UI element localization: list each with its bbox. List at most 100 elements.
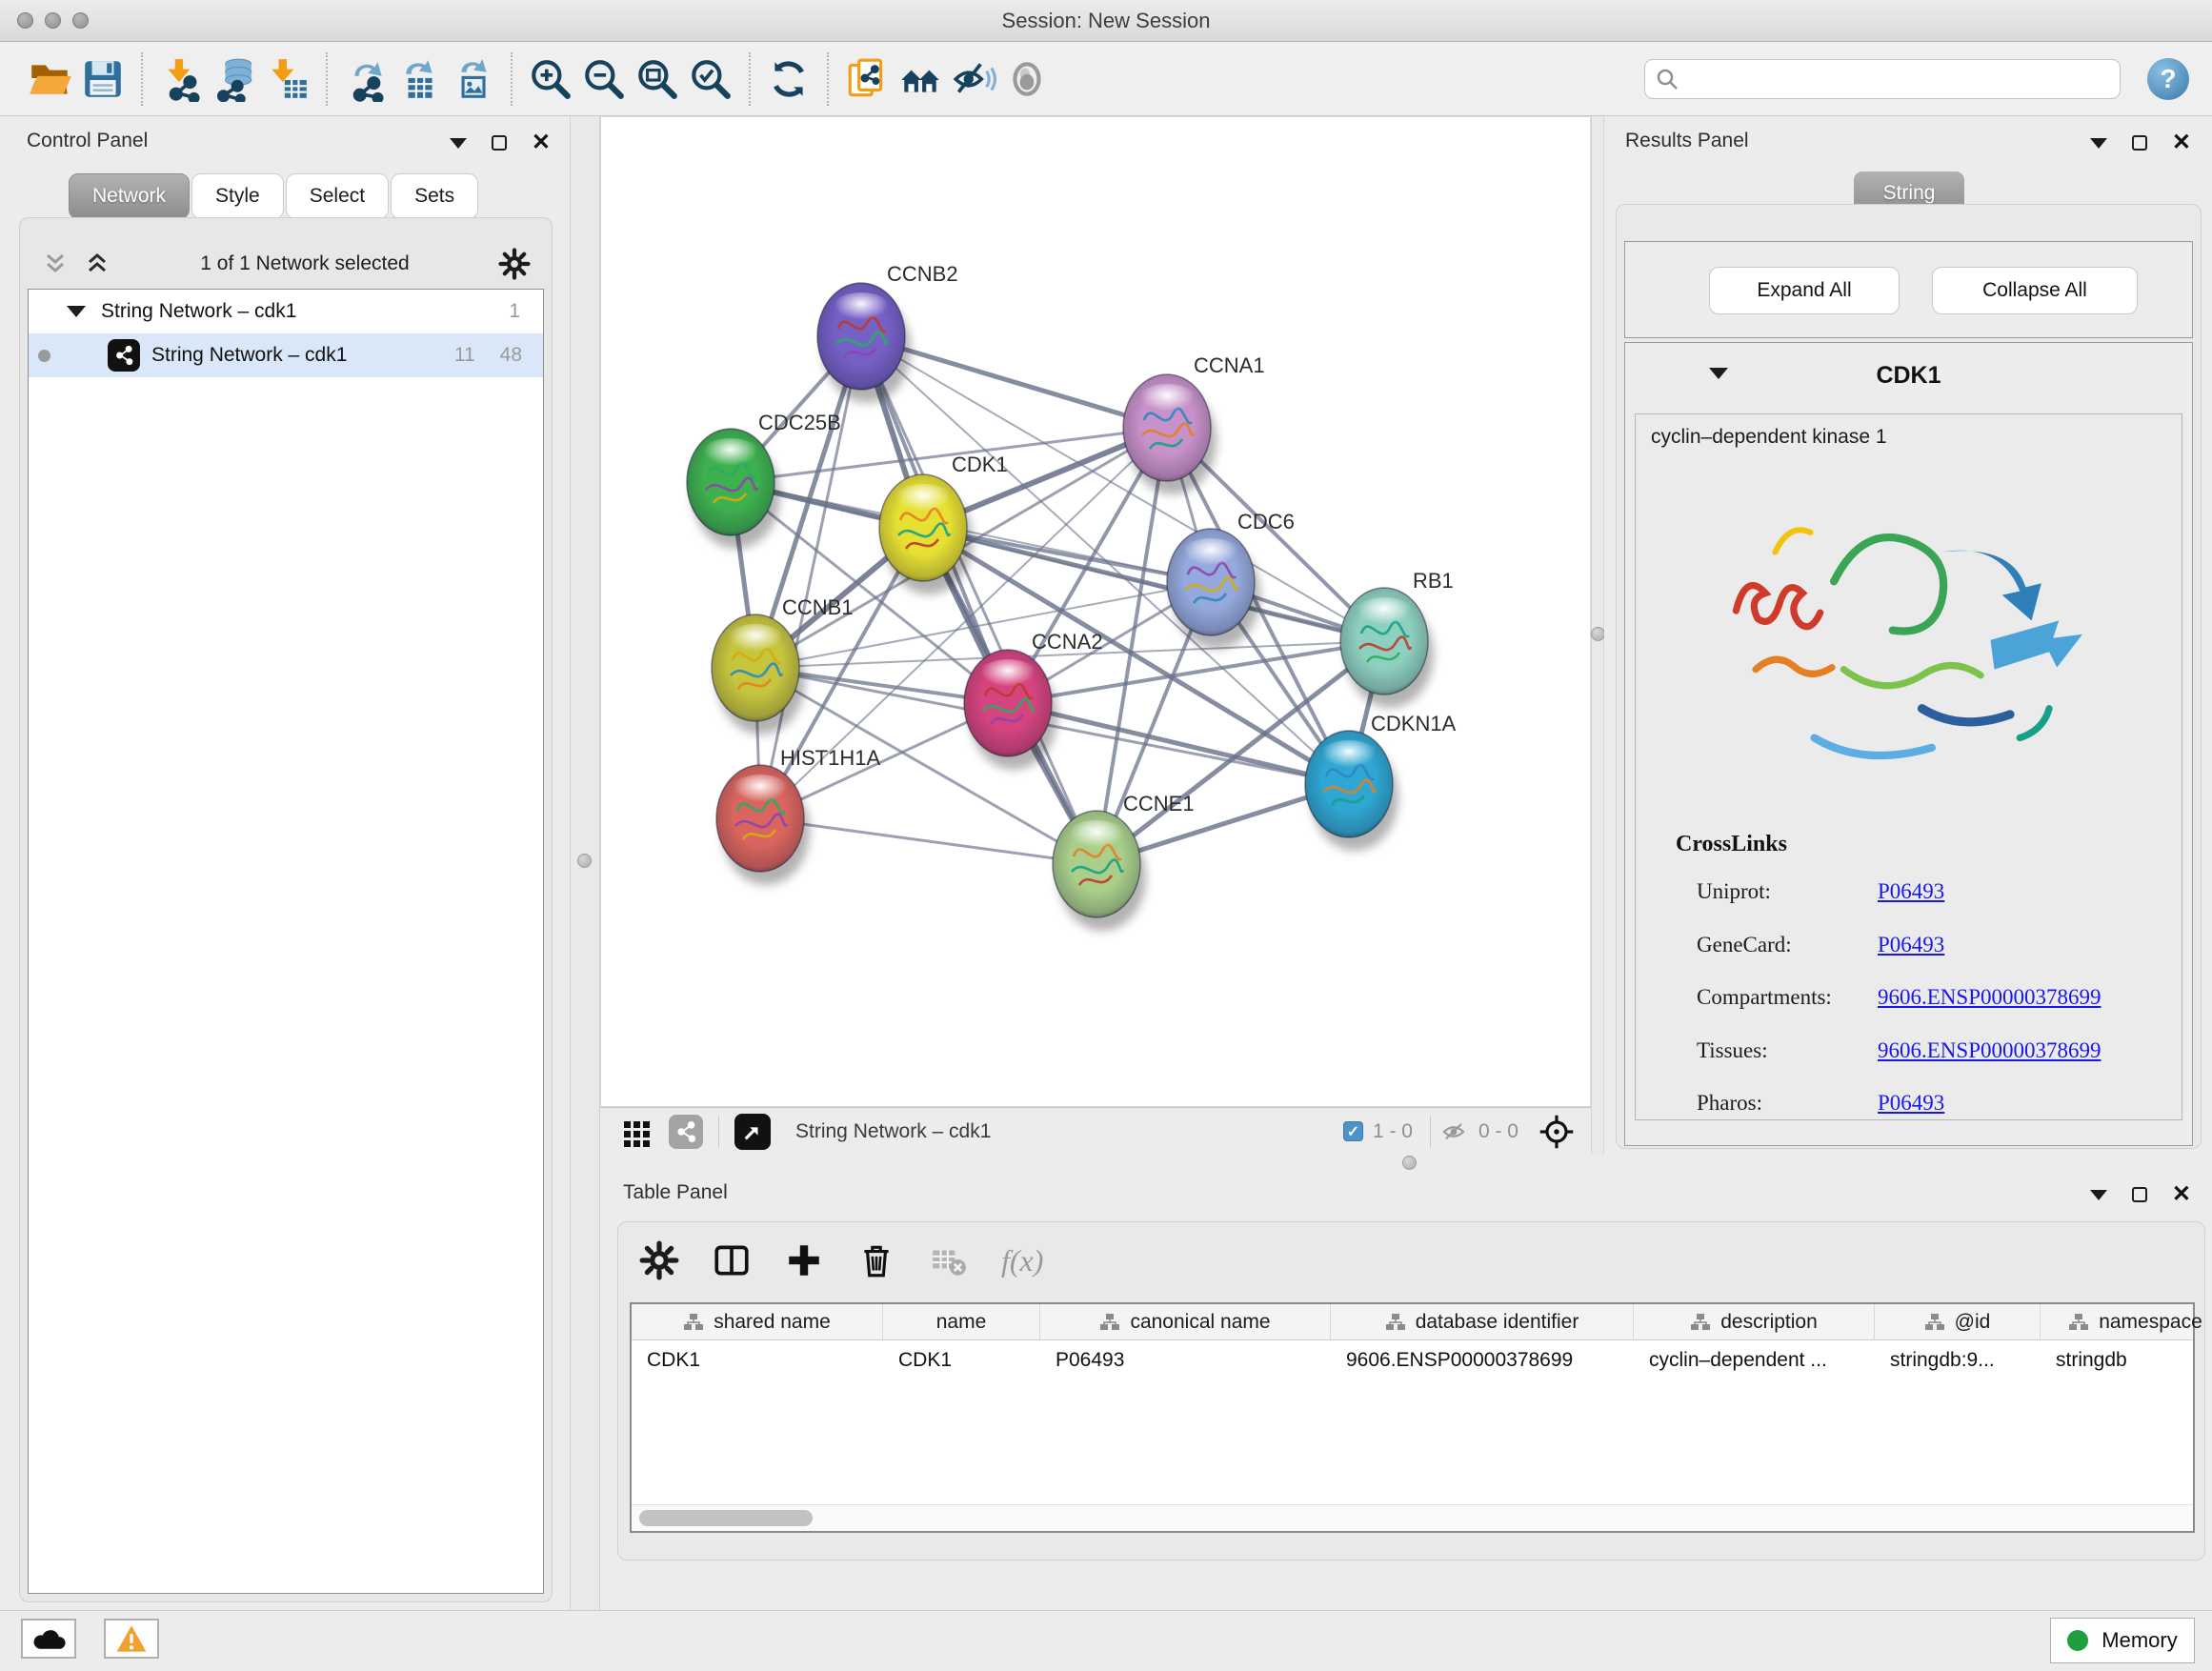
memory-button[interactable]: Memory: [2050, 1618, 2195, 1663]
close-panel-icon[interactable]: ✕: [2172, 1183, 2191, 1206]
network-node-rb1[interactable]: RB1: [1340, 569, 1454, 708]
zoom-out-icon[interactable]: [577, 52, 631, 106]
close-panel-icon[interactable]: ✕: [2172, 131, 2191, 154]
close-panel-icon[interactable]: ✕: [532, 131, 551, 154]
export-network-icon[interactable]: [339, 52, 392, 106]
network-collection-row[interactable]: String Network – cdk1 1: [29, 290, 543, 333]
zoom-selected-icon[interactable]: [684, 52, 737, 106]
save-session-icon[interactable]: [76, 52, 130, 106]
float-panel-icon[interactable]: [2132, 1187, 2147, 1202]
splitter-handle[interactable]: [1402, 1156, 1417, 1170]
protein-structure-image: [1693, 464, 2112, 826]
birds-eye-toggle-icon[interactable]: [734, 1114, 771, 1150]
table-cell[interactable]: CDK1: [883, 1340, 1040, 1380]
column-header-canonical-name[interactable]: canonical name: [1040, 1304, 1331, 1339]
collapse-all-button[interactable]: Collapse All: [1932, 267, 2138, 314]
column-header-namespace[interactable]: namespace: [2041, 1304, 2212, 1339]
network-selection-status: 1 of 1 Network selected: [111, 252, 498, 275]
homes-icon[interactable]: [894, 52, 947, 106]
add-column-icon[interactable]: [784, 1240, 824, 1280]
table-cell[interactable]: stringdb: [2041, 1340, 2212, 1380]
table-cell[interactable]: stringdb:9...: [1875, 1340, 2041, 1380]
search-input[interactable]: [1679, 68, 2110, 90]
panel-menu-icon[interactable]: [450, 138, 467, 149]
selected-checkbox[interactable]: ✓: [1343, 1121, 1363, 1141]
network-node-cdc6[interactable]: CDC6: [1167, 510, 1295, 649]
column-header-description[interactable]: description: [1634, 1304, 1875, 1339]
function-builder-icon[interactable]: f(x): [1001, 1243, 1043, 1278]
table-cell[interactable]: 9606.ENSP00000378699: [1331, 1340, 1634, 1380]
network-node-hist1h1a[interactable]: HIST1H1A: [716, 746, 880, 885]
node-details-header[interactable]: CDK1: [1625, 343, 2192, 412]
export-table-icon[interactable]: [392, 52, 446, 106]
crosslink-link[interactable]: 9606.ENSP00000378699: [1878, 985, 2101, 1010]
collection-expander-icon[interactable]: [67, 306, 86, 317]
float-panel-icon[interactable]: [492, 135, 507, 151]
network-node-ccna1[interactable]: CCNA1: [1123, 353, 1265, 494]
grid-view-icon[interactable]: [621, 1116, 654, 1148]
network-edge[interactable]: [760, 818, 1096, 864]
column-header--id[interactable]: @id: [1875, 1304, 2041, 1339]
network-canvas[interactable]: CCNB2CCNA1CDC25BCDK1CDC6RB1CCNB1CCNA2CDK…: [600, 116, 1591, 1107]
delete-column-icon[interactable]: [856, 1240, 896, 1280]
import-network-file-icon[interactable]: [154, 52, 208, 106]
network-node-ccnb2[interactable]: CCNB2: [817, 262, 958, 403]
show-columns-icon[interactable]: [712, 1240, 752, 1280]
column-header-shared-name[interactable]: shared name: [632, 1304, 883, 1339]
hidden-eye-icon[interactable]: [1438, 1117, 1469, 1147]
tab-style[interactable]: Style: [191, 173, 284, 219]
titlebar: Session: New Session: [0, 0, 2212, 42]
clone-network-icon[interactable]: [840, 52, 894, 106]
splitter-handle[interactable]: [577, 854, 592, 868]
warning-icon: [115, 1623, 148, 1654]
table-settings-gear-icon[interactable]: [639, 1240, 679, 1280]
crosslink-link[interactable]: P06493: [1878, 1091, 1944, 1116]
panel-menu-icon[interactable]: [2090, 138, 2107, 149]
network-node-cdk1[interactable]: CDK1: [879, 453, 1008, 594]
delete-table-icon[interactable]: [929, 1240, 969, 1280]
right-splitter[interactable]: [1591, 116, 1604, 1155]
table-cell[interactable]: cyclin–dependent ...: [1634, 1340, 1875, 1380]
crosslink-link[interactable]: P06493: [1878, 879, 1944, 904]
table-cell[interactable]: P06493: [1040, 1340, 1331, 1380]
network-edge[interactable]: [1008, 703, 1349, 784]
crosslink-link[interactable]: 9606.ENSP00000378699: [1878, 1038, 2101, 1063]
hide-eye-icon[interactable]: [947, 52, 1000, 106]
left-splitter[interactable]: [570, 116, 600, 1610]
cloud-button[interactable]: [21, 1619, 76, 1659]
import-network-database-icon[interactable]: [208, 52, 261, 106]
column-header-name[interactable]: name: [883, 1304, 1040, 1339]
show-eye-icon[interactable]: [1000, 52, 1054, 106]
tab-network[interactable]: Network: [69, 173, 190, 219]
network-edge[interactable]: [861, 336, 1096, 864]
table-cell[interactable]: CDK1: [632, 1340, 883, 1380]
zoom-fit-icon[interactable]: [631, 52, 684, 106]
expand-all-button[interactable]: Expand All: [1709, 267, 1900, 314]
gear-icon[interactable]: [498, 248, 531, 280]
float-panel-icon[interactable]: [2132, 135, 2147, 151]
scrollbar-thumb[interactable]: [639, 1510, 813, 1526]
collapse-all-icon[interactable]: [41, 250, 70, 278]
open-session-icon[interactable]: [23, 52, 76, 106]
expand-all-icon[interactable]: [83, 250, 111, 278]
help-button[interactable]: ?: [2147, 58, 2189, 100]
crosslink-link[interactable]: P06493: [1878, 933, 1944, 957]
warnings-button[interactable]: [104, 1619, 159, 1659]
network-node-cdkn1a[interactable]: CDKN1A: [1305, 712, 1457, 851]
import-table-file-icon[interactable]: [261, 52, 314, 106]
tab-sets[interactable]: Sets: [391, 173, 478, 219]
table-row[interactable]: CDK1CDK1P064939606.ENSP00000378699cyclin…: [632, 1340, 2193, 1380]
tab-select[interactable]: Select: [286, 173, 389, 219]
table-hscrollbar[interactable]: [632, 1504, 2193, 1531]
bottom-splitter[interactable]: [600, 1155, 2212, 1170]
export-image-icon[interactable]: [446, 52, 499, 106]
share-view-icon[interactable]: [669, 1115, 703, 1149]
shared-column-icon: [683, 1313, 704, 1332]
panel-menu-icon[interactable]: [2090, 1190, 2107, 1200]
splitter-handle[interactable]: [1591, 627, 1605, 641]
crosshair-icon[interactable]: [1538, 1113, 1576, 1151]
refresh-icon[interactable]: [762, 52, 815, 106]
zoom-in-icon[interactable]: [524, 52, 577, 106]
column-header-database-identifier[interactable]: database identifier: [1331, 1304, 1634, 1339]
network-row[interactable]: String Network – cdk1 11 48: [29, 333, 543, 377]
